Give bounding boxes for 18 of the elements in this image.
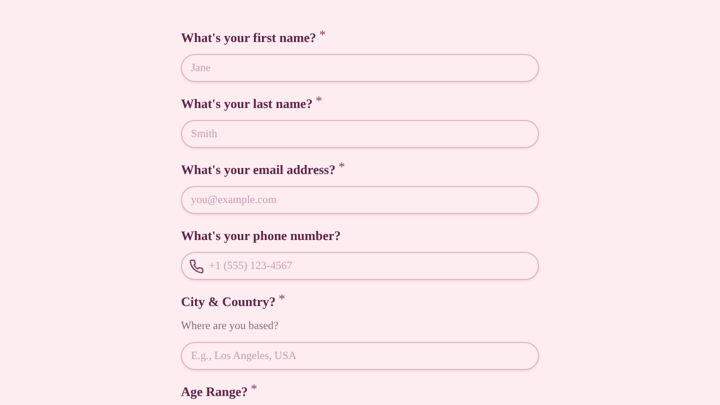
required-mark: * bbox=[316, 94, 322, 108]
field-label: City & Country? bbox=[181, 293, 276, 311]
input-field[interactable]: you@example.com bbox=[181, 186, 539, 214]
field-hint: Where are you based? bbox=[181, 319, 280, 334]
input-field[interactable]: +1 (555) 123-4567 bbox=[181, 252, 539, 280]
required-mark: * bbox=[250, 382, 258, 396]
field-label: Age Range? bbox=[181, 383, 248, 401]
field-label: What's your first name? bbox=[181, 29, 316, 47]
required-mark: * bbox=[338, 160, 345, 174]
input-field[interactable]: E.g., Los Angeles, USA bbox=[181, 342, 539, 370]
phone-icon bbox=[189, 259, 204, 274]
field-label: What's your last name? bbox=[181, 95, 313, 113]
input-field[interactable]: Smith bbox=[181, 120, 539, 148]
field-label: What's your email address? bbox=[181, 161, 336, 179]
input-field[interactable]: Jane bbox=[181, 54, 539, 82]
required-mark: * bbox=[278, 292, 286, 306]
field-label: What's your phone number? bbox=[181, 227, 341, 245]
required-mark: * bbox=[319, 28, 326, 42]
